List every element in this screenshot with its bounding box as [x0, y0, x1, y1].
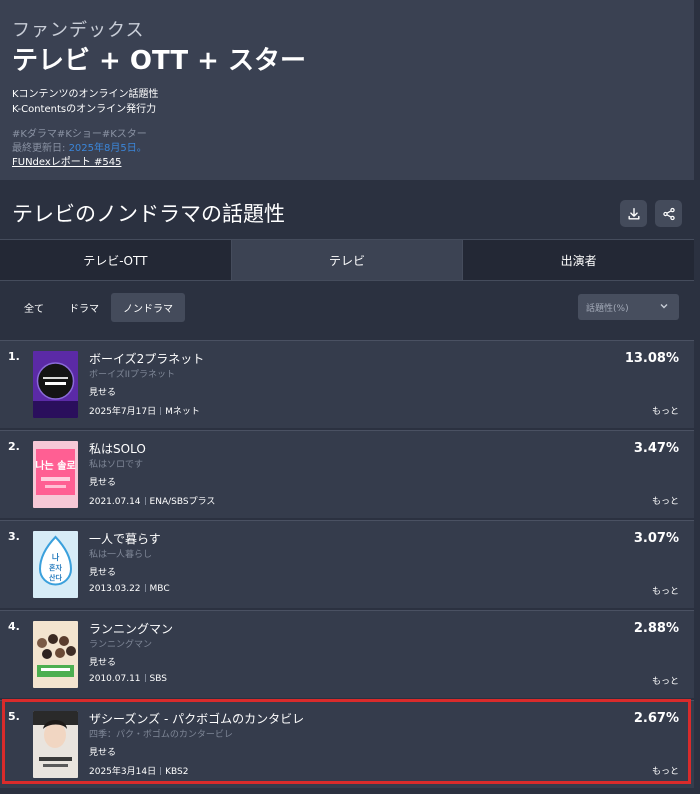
download-button[interactable]: [620, 200, 647, 227]
rank-number: 2.: [8, 440, 20, 453]
watch-link[interactable]: 見せる: [89, 655, 116, 668]
program-title[interactable]: 一人で暮らす: [89, 530, 161, 547]
report-link[interactable]: FUNdexレポート #545: [12, 153, 121, 168]
more-link[interactable]: もっと: [652, 674, 679, 687]
program-meta: 2025年7月17日 Mネット: [89, 404, 200, 417]
watch-link[interactable]: 見せる: [89, 385, 116, 398]
last-updated: 最終更新日: 2025年8月5日。: [12, 139, 147, 154]
poster-text: 나는 솔로: [35, 459, 75, 472]
divider: [160, 767, 162, 775]
program-original-title: 私は一人暮らし: [89, 550, 153, 560]
program-title[interactable]: ボーイズ2プラネット: [89, 350, 204, 367]
page-header: ファンデックス テレビ + OTT + スター Kコンテンツのオンライン話題性 …: [0, 0, 694, 180]
watch-link[interactable]: 見せる: [89, 745, 116, 758]
program-original-title: ボーイズIIプラネット: [89, 370, 176, 380]
filter-all[interactable]: 全て: [12, 293, 56, 322]
buzz-percent: 2.88%: [633, 621, 679, 636]
buzz-percent: 2.67%: [633, 711, 679, 726]
brand-name: ファンデックス: [12, 20, 145, 41]
tab-tv-ott[interactable]: テレビ-OTT: [0, 240, 232, 280]
ranking-row[interactable]: 1. ボーイズ2プラネット ボーイズIIプラネット 見せる 2025年7月17日…: [0, 340, 694, 428]
more-link[interactable]: もっと: [652, 584, 679, 597]
download-icon: [627, 207, 640, 220]
poster-text: 산다: [49, 573, 62, 582]
ranking-row[interactable]: 3. 나 혼자 산다 一人で暮らす 私は一人暮らし 見せる 2013.03.22…: [0, 520, 694, 608]
program-title[interactable]: 私はSOLO: [89, 440, 146, 457]
program-title[interactable]: ランニングマン: [89, 620, 173, 637]
program-title[interactable]: ザシーズンズ - パクボゴムのカンタビレ: [89, 710, 304, 727]
buzz-percent: 3.07%: [633, 531, 679, 546]
channel: SBS: [149, 674, 167, 684]
channel: Mネット: [165, 407, 200, 417]
poster-image: 나는 솔로: [33, 441, 78, 508]
channel: MBC: [149, 584, 170, 594]
sort-select[interactable]: 話題性(%): [578, 294, 679, 320]
rank-number: 5.: [8, 710, 20, 723]
sort-select-value: 話題性(%): [586, 303, 629, 314]
program-original-title: 四季：パク・ボゴムのカンタービレ: [89, 730, 233, 740]
ranking-row[interactable]: 4. ランニングマン ランニングマン 見せる 2010.07.11 SBS 2.8…: [0, 610, 694, 698]
ranking-row[interactable]: 5. ザシーズンズ - パクボゴムのカンタビレ 四季：パク・ボゴムのカンタービレ…: [0, 700, 694, 788]
program-meta: 2021.07.14 ENA/SBSプラス: [89, 494, 215, 507]
poster-text: 혼자: [49, 563, 62, 572]
buzz-percent: 13.08%: [624, 351, 679, 366]
poster-image: 나 혼자 산다: [33, 531, 78, 598]
rank-number: 4.: [8, 620, 20, 633]
watch-link[interactable]: 見せる: [89, 565, 116, 578]
chevron-down-icon: [660, 304, 668, 309]
watch-link[interactable]: 見せる: [89, 475, 116, 488]
share-button[interactable]: [655, 200, 682, 227]
filter-non-drama[interactable]: ノンドラマ: [111, 293, 185, 322]
channel: ENA/SBSプラス: [149, 497, 216, 507]
divider: [144, 584, 146, 592]
buzz-percent: 3.47%: [633, 441, 679, 456]
ranking-row[interactable]: 2. 나는 솔로 私はSOLO 私はソロです 見せる 2021.07.14 ENA…: [0, 430, 694, 518]
air-date: 2025年3月14日: [89, 767, 157, 777]
channel: KBS2: [165, 767, 189, 777]
page-title: テレビ + OTT + スター: [12, 46, 306, 76]
more-link[interactable]: もっと: [652, 404, 679, 417]
section-title: テレビのノンドラマの話題性: [12, 202, 285, 226]
tab-cast[interactable]: 出演者: [463, 240, 695, 280]
more-link[interactable]: もっと: [652, 764, 679, 777]
rank-number: 1.: [8, 350, 20, 363]
rank-number: 3.: [8, 530, 20, 543]
tab-tv[interactable]: テレビ: [231, 240, 464, 280]
program-meta: 2010.07.11 SBS: [89, 674, 167, 684]
poster-image: [33, 711, 78, 778]
poster-text: 나: [52, 552, 60, 562]
divider: [160, 407, 162, 415]
poster-image: [33, 621, 78, 688]
divider: [144, 674, 146, 682]
category-tabs: テレビ-OTT テレビ 出演者: [0, 239, 695, 281]
program-meta: 2025年3月14日 KBS2: [89, 764, 188, 777]
air-date: 2013.03.22: [89, 584, 141, 594]
poster-image: [33, 351, 78, 418]
program-meta: 2013.03.22 MBC: [89, 584, 170, 594]
air-date: 2021.07.14: [89, 497, 141, 507]
filter-drama[interactable]: ドラマ: [57, 293, 111, 322]
share-icon: [662, 207, 675, 220]
air-date: 2010.07.11: [89, 674, 141, 684]
program-original-title: ランニングマン: [89, 640, 153, 650]
program-original-title: 私はソロです: [89, 460, 144, 470]
subtitle-ja: Kコンテンツのオンライン話題性: [12, 89, 159, 100]
divider: [144, 497, 146, 505]
subtitle-en: K-Contentsのオンライン発行力: [12, 104, 157, 115]
more-link[interactable]: もっと: [652, 494, 679, 507]
hashtags: #Kダラマ#Kショー#Kスター: [12, 129, 147, 140]
air-date: 2025年7月17日: [89, 407, 157, 417]
